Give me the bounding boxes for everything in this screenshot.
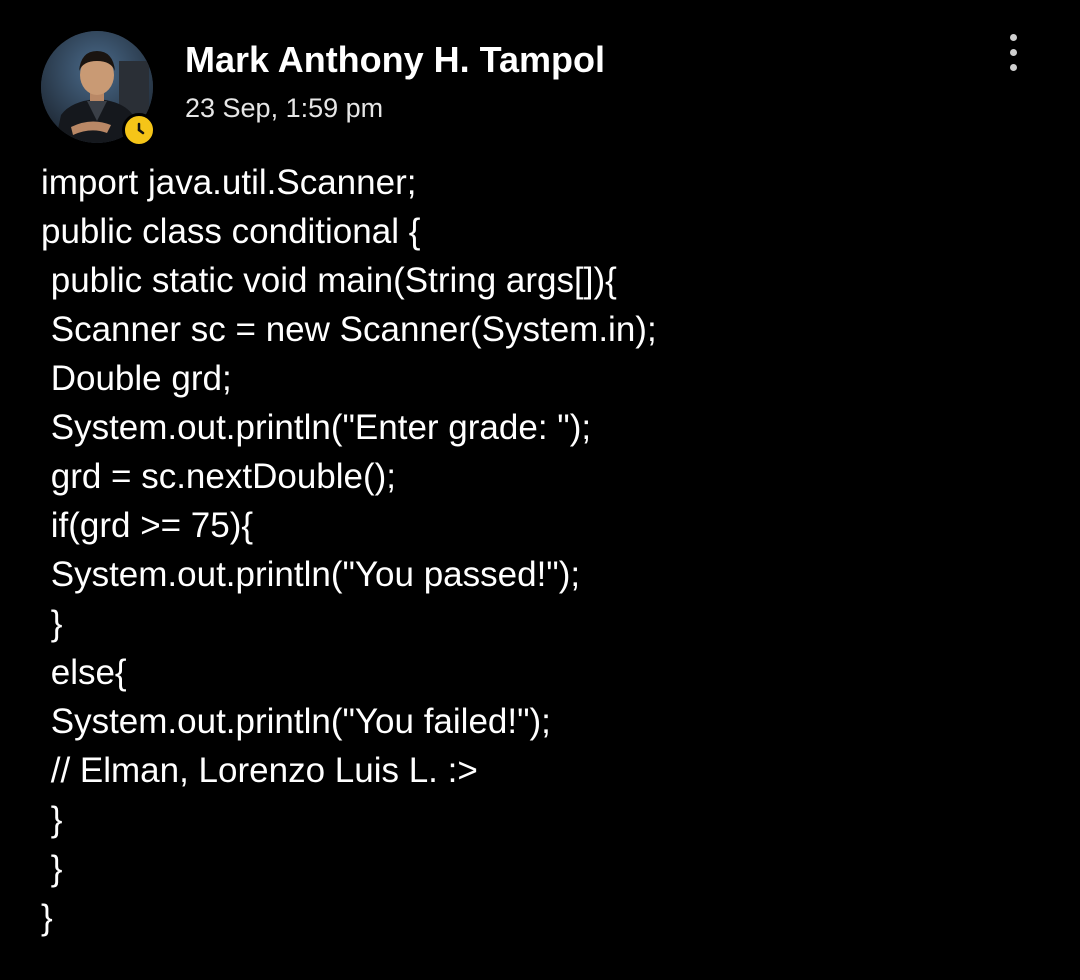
code-line: if(grd >= 75){ [41,506,254,545]
code-line: // Elman, Lorenzo Luis L. :> [41,751,478,790]
code-line: System.out.println("You failed!"); [41,702,551,741]
more-options-button[interactable] [994,28,1034,76]
code-line: } [41,800,63,839]
code-line: Double grd; [41,359,232,398]
more-vertical-icon-dot [1010,49,1017,56]
code-line: public static void main(String args[]){ [41,261,617,300]
code-line: } [41,604,63,643]
code-line: } [41,898,53,937]
more-vertical-icon [1010,34,1017,41]
code-line: } [41,849,63,888]
post-text: import java.util.Scanner; public class c… [41,158,1041,942]
post-card: Mark Anthony H. Tampol 23 Sep, 1:59 pm i… [0,0,1080,980]
code-line: import java.util.Scanner; [41,163,417,202]
code-line: System.out.println("You passed!"); [41,555,581,594]
code-line: public class conditional { [41,212,421,251]
author-name[interactable]: Mark Anthony H. Tampol [185,38,605,82]
post-timestamp: 23 Sep, 1:59 pm [185,93,384,123]
more-vertical-icon-dot [1010,64,1017,71]
code-line: grd = sc.nextDouble(); [41,457,397,496]
code-line: else{ [41,653,127,692]
code-line: Scanner sc = new Scanner(System.in); [41,310,657,349]
code-line: System.out.println("Enter grade: "); [41,408,592,447]
clock-icon [122,113,156,147]
